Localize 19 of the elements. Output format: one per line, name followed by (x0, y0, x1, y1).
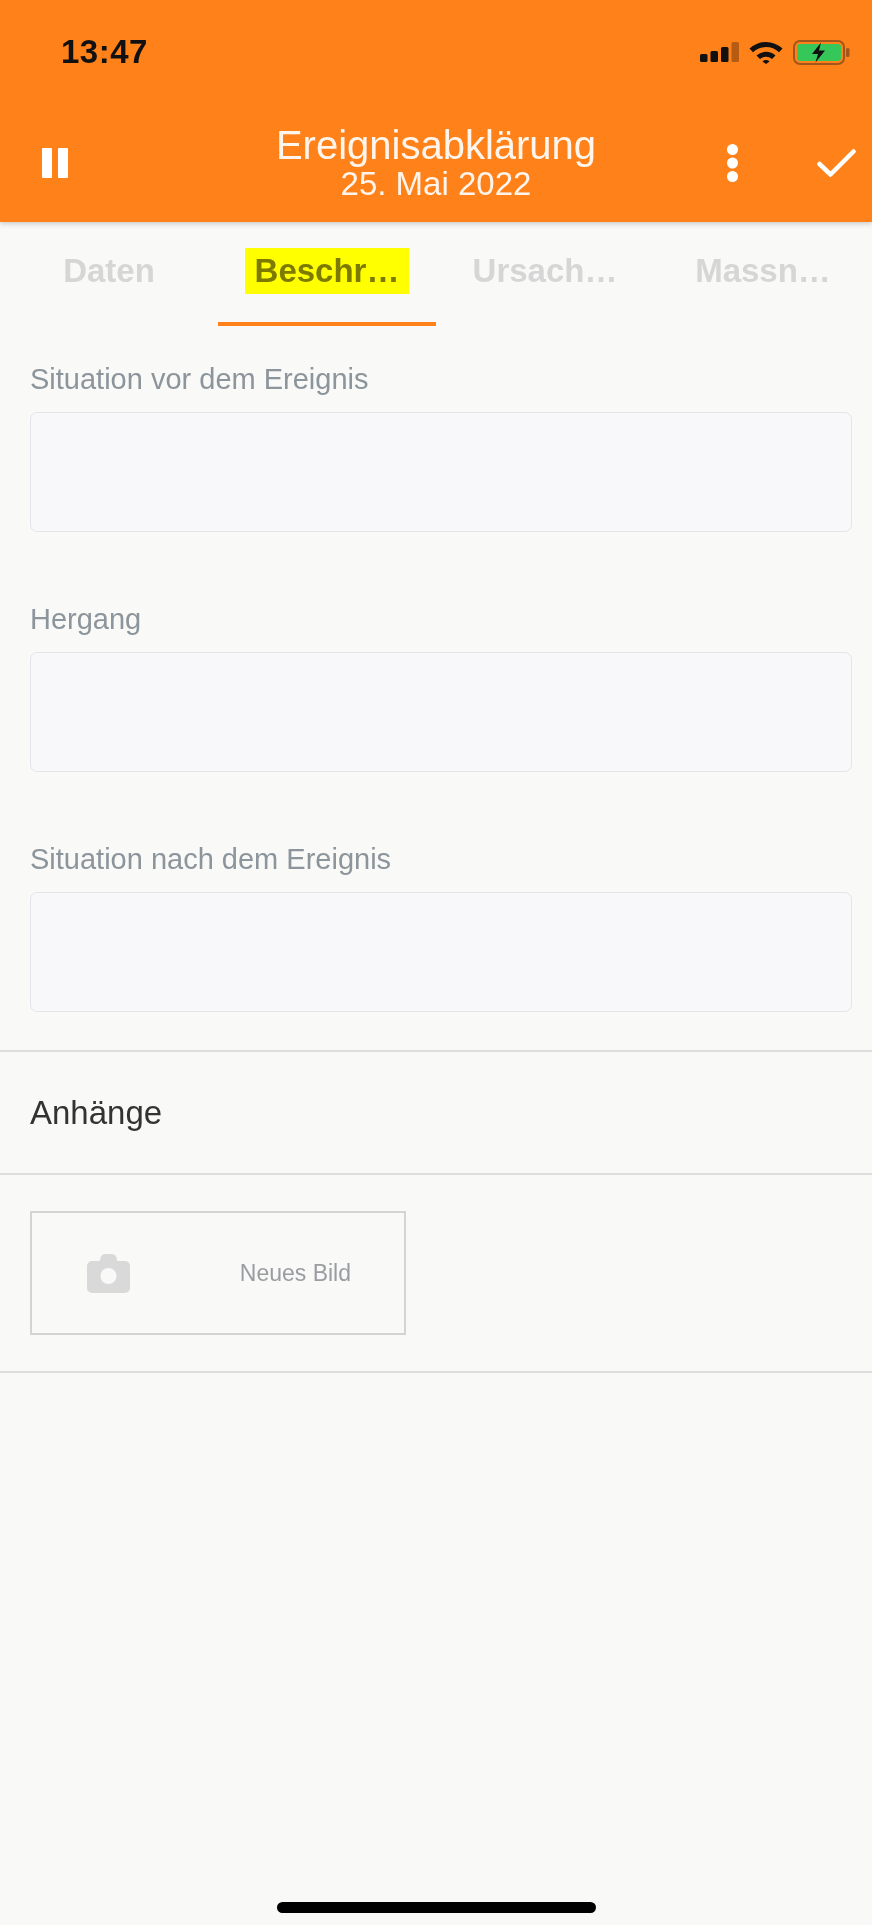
pause-button[interactable] (42, 148, 68, 178)
confirm-button[interactable] (817, 149, 856, 177)
more-icon (727, 144, 738, 182)
header-date: 25. Mai 2022 (340, 166, 532, 202)
field-label: Hergang (30, 602, 143, 637)
check-icon (817, 149, 856, 177)
tab[interactable]: Beschr… (218, 222, 436, 326)
battery-charging-icon (793, 39, 850, 65)
field-label: Situation nach dem Ereignis (30, 842, 393, 877)
status-time: 13:47 (61, 32, 148, 72)
camera-icon (87, 1253, 130, 1293)
pause-icon (42, 148, 68, 178)
signal-icon (700, 42, 739, 62)
more-button[interactable] (727, 144, 738, 182)
new-image-button[interactable]: Neues Bild (30, 1211, 406, 1335)
wifi-icon (749, 40, 783, 64)
section-title: Anhänge (30, 1092, 163, 1133)
header-title: Ereignisabklärung (275, 124, 597, 166)
field-label: Situation vor dem Ereignis (30, 362, 370, 397)
